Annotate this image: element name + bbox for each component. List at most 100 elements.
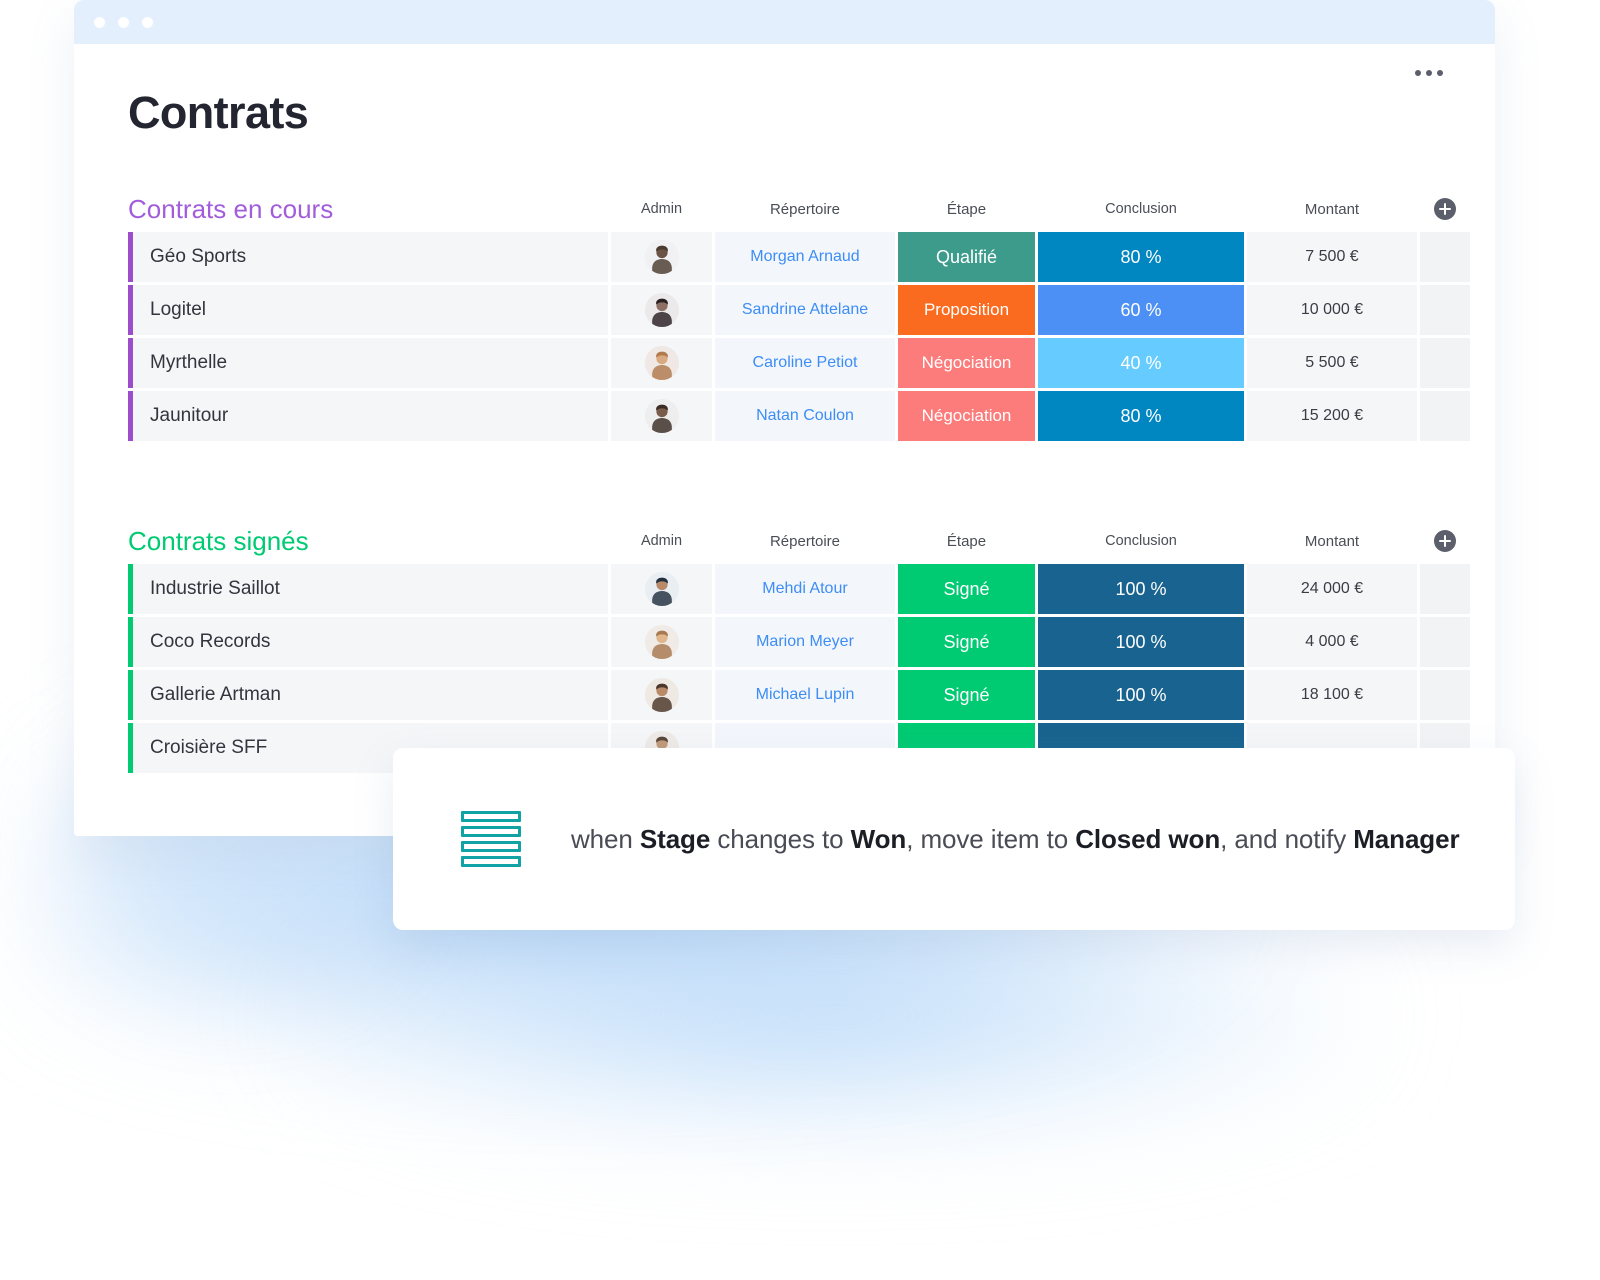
table-row[interactable]: Coco Records Marion Meyer Signé 100 % 4 000 … — [128, 617, 1470, 667]
dot-icon — [1437, 70, 1443, 76]
progress-badge: 60 % — [1038, 285, 1244, 335]
cell-item-name[interactable]: Logitel — [128, 285, 608, 335]
cell-repertoire[interactable]: Caroline Petiot — [715, 338, 895, 388]
cell-item-name[interactable]: Myrthelle — [128, 338, 608, 388]
cell-montant[interactable]: 24 000 € — [1247, 564, 1417, 614]
cell-item-name[interactable]: Industrie Saillot — [128, 564, 608, 614]
cell-admin[interactable] — [611, 617, 712, 667]
automation-keyword: Won — [850, 823, 907, 854]
group-title[interactable]: Contrats en cours — [128, 196, 608, 222]
groups-container: Contrats en cours Admin Répertoire Étape Con… — [128, 189, 1470, 773]
stacked-bars-icon — [461, 811, 521, 867]
close-dot[interactable] — [94, 16, 105, 28]
maximize-dot[interactable] — [142, 16, 153, 28]
column-header-montant[interactable]: Montant — [1247, 201, 1417, 218]
cell-repertoire[interactable]: Morgan Arnaud — [715, 232, 895, 282]
cell-montant[interactable]: 4 000 € — [1247, 617, 1417, 667]
minimize-dot[interactable] — [118, 16, 129, 28]
avatar — [644, 572, 679, 606]
cell-repertoire[interactable]: Marion Meyer — [715, 617, 895, 667]
add-column-button[interactable] — [1420, 198, 1470, 220]
cell-conclusion[interactable]: 100 % — [1038, 670, 1244, 720]
cell-conclusion[interactable]: 80 % — [1038, 391, 1244, 441]
avatar — [644, 399, 679, 433]
more-options-button[interactable] — [1415, 70, 1443, 76]
cell-conclusion[interactable]: 60 % — [1038, 285, 1244, 335]
avatar — [644, 678, 679, 712]
table-row[interactable]: Gallerie Artman Michael Lupin Signé 100 % 18… — [128, 670, 1470, 720]
cell-etape[interactable]: Signé — [898, 670, 1035, 720]
cell-admin[interactable] — [611, 670, 712, 720]
page-title: Contrats — [128, 87, 309, 138]
cell-repertoire[interactable]: Sandrine Attelane — [715, 285, 895, 335]
progress-badge: 80 % — [1038, 232, 1244, 282]
status-badge: Signé — [898, 564, 1035, 614]
column-header-admin[interactable]: Admin — [611, 533, 712, 549]
cell-admin[interactable] — [611, 338, 712, 388]
table-row[interactable]: Myrthelle Caroline Petiot Négociation 40 % 5… — [128, 338, 1470, 388]
dot-icon — [1415, 70, 1421, 76]
progress-badge: 100 % — [1038, 617, 1244, 667]
table-row[interactable]: Industrie Saillot Mehdi Atour Signé 100 % 24… — [128, 564, 1470, 614]
table-row[interactable]: Jaunitour Natan Coulon Négociation 80 % 15 2… — [128, 391, 1470, 441]
cell-conclusion[interactable]: 80 % — [1038, 232, 1244, 282]
cell-montant[interactable]: 7 500 € — [1247, 232, 1417, 282]
cell-admin[interactable] — [611, 564, 712, 614]
progress-badge: 80 % — [1038, 391, 1244, 441]
status-badge: Signé — [898, 670, 1035, 720]
cell-trailing — [1420, 232, 1470, 282]
automation-keyword: Closed won — [1075, 823, 1221, 854]
add-column-button[interactable] — [1420, 530, 1470, 552]
cell-repertoire[interactable]: Mehdi Atour — [715, 564, 895, 614]
column-header-etape[interactable]: Étape — [898, 533, 1035, 550]
cell-item-name[interactable]: Géo Sports — [128, 232, 608, 282]
automation-word: , and notify — [1220, 823, 1354, 854]
plus-icon — [1434, 198, 1456, 220]
cell-conclusion[interactable]: 100 % — [1038, 564, 1244, 614]
cell-admin[interactable] — [611, 232, 712, 282]
column-header-etape[interactable]: Étape — [898, 201, 1035, 218]
cell-item-name[interactable]: Gallerie Artman — [128, 670, 608, 720]
cell-etape[interactable]: Négociation — [898, 338, 1035, 388]
cell-etape[interactable]: Proposition — [898, 285, 1035, 335]
cell-admin[interactable] — [611, 391, 712, 441]
cell-montant[interactable]: 5 500 € — [1247, 338, 1417, 388]
cell-etape[interactable]: Signé — [898, 564, 1035, 614]
cell-etape[interactable]: Qualifié — [898, 232, 1035, 282]
cell-conclusion[interactable]: 40 % — [1038, 338, 1244, 388]
automation-word: changes to — [710, 823, 851, 854]
plus-icon — [1434, 530, 1456, 552]
cell-etape[interactable]: Négociation — [898, 391, 1035, 441]
cell-item-name[interactable]: Coco Records — [128, 617, 608, 667]
status-badge: Proposition — [898, 285, 1035, 335]
screenshot-root: Contrats Contrats en cours Admin Répertoir… — [0, 0, 1600, 1280]
cell-montant[interactable]: 18 100 € — [1247, 670, 1417, 720]
automation-recipe-text: when Stage changes to Won, move item to … — [571, 823, 1460, 855]
cell-repertoire[interactable]: Michael Lupin — [715, 670, 895, 720]
dot-icon — [1426, 70, 1432, 76]
automation-word: when — [571, 823, 640, 854]
column-header-repertoire[interactable]: Répertoire — [715, 533, 895, 550]
column-header-conclusion[interactable]: Conclusion — [1038, 201, 1244, 217]
avatar — [644, 625, 679, 659]
automation-keyword: Stage — [639, 823, 711, 854]
cell-montant[interactable]: 15 200 € — [1247, 391, 1417, 441]
cell-admin[interactable] — [611, 285, 712, 335]
cell-trailing — [1420, 617, 1470, 667]
column-header-repertoire[interactable]: Répertoire — [715, 201, 895, 218]
cell-conclusion[interactable]: 100 % — [1038, 617, 1244, 667]
status-badge: Qualifié — [898, 232, 1035, 282]
cell-montant[interactable]: 10 000 € — [1247, 285, 1417, 335]
column-header-conclusion[interactable]: Conclusion — [1038, 533, 1244, 549]
cell-etape[interactable]: Signé — [898, 617, 1035, 667]
table-row[interactable]: Logitel Sandrine Attelane Proposition 60 % 1… — [128, 285, 1470, 335]
progress-badge: 100 % — [1038, 564, 1244, 614]
table-row[interactable]: Géo Sports Morgan Arnaud Qualifié 80 % 7 500… — [128, 232, 1470, 282]
cell-trailing — [1420, 285, 1470, 335]
column-header-admin[interactable]: Admin — [611, 201, 712, 217]
column-header-montant[interactable]: Montant — [1247, 533, 1417, 550]
progress-badge: 40 % — [1038, 338, 1244, 388]
cell-repertoire[interactable]: Natan Coulon — [715, 391, 895, 441]
cell-item-name[interactable]: Jaunitour — [128, 391, 608, 441]
group-title[interactable]: Contrats signés — [128, 528, 608, 554]
